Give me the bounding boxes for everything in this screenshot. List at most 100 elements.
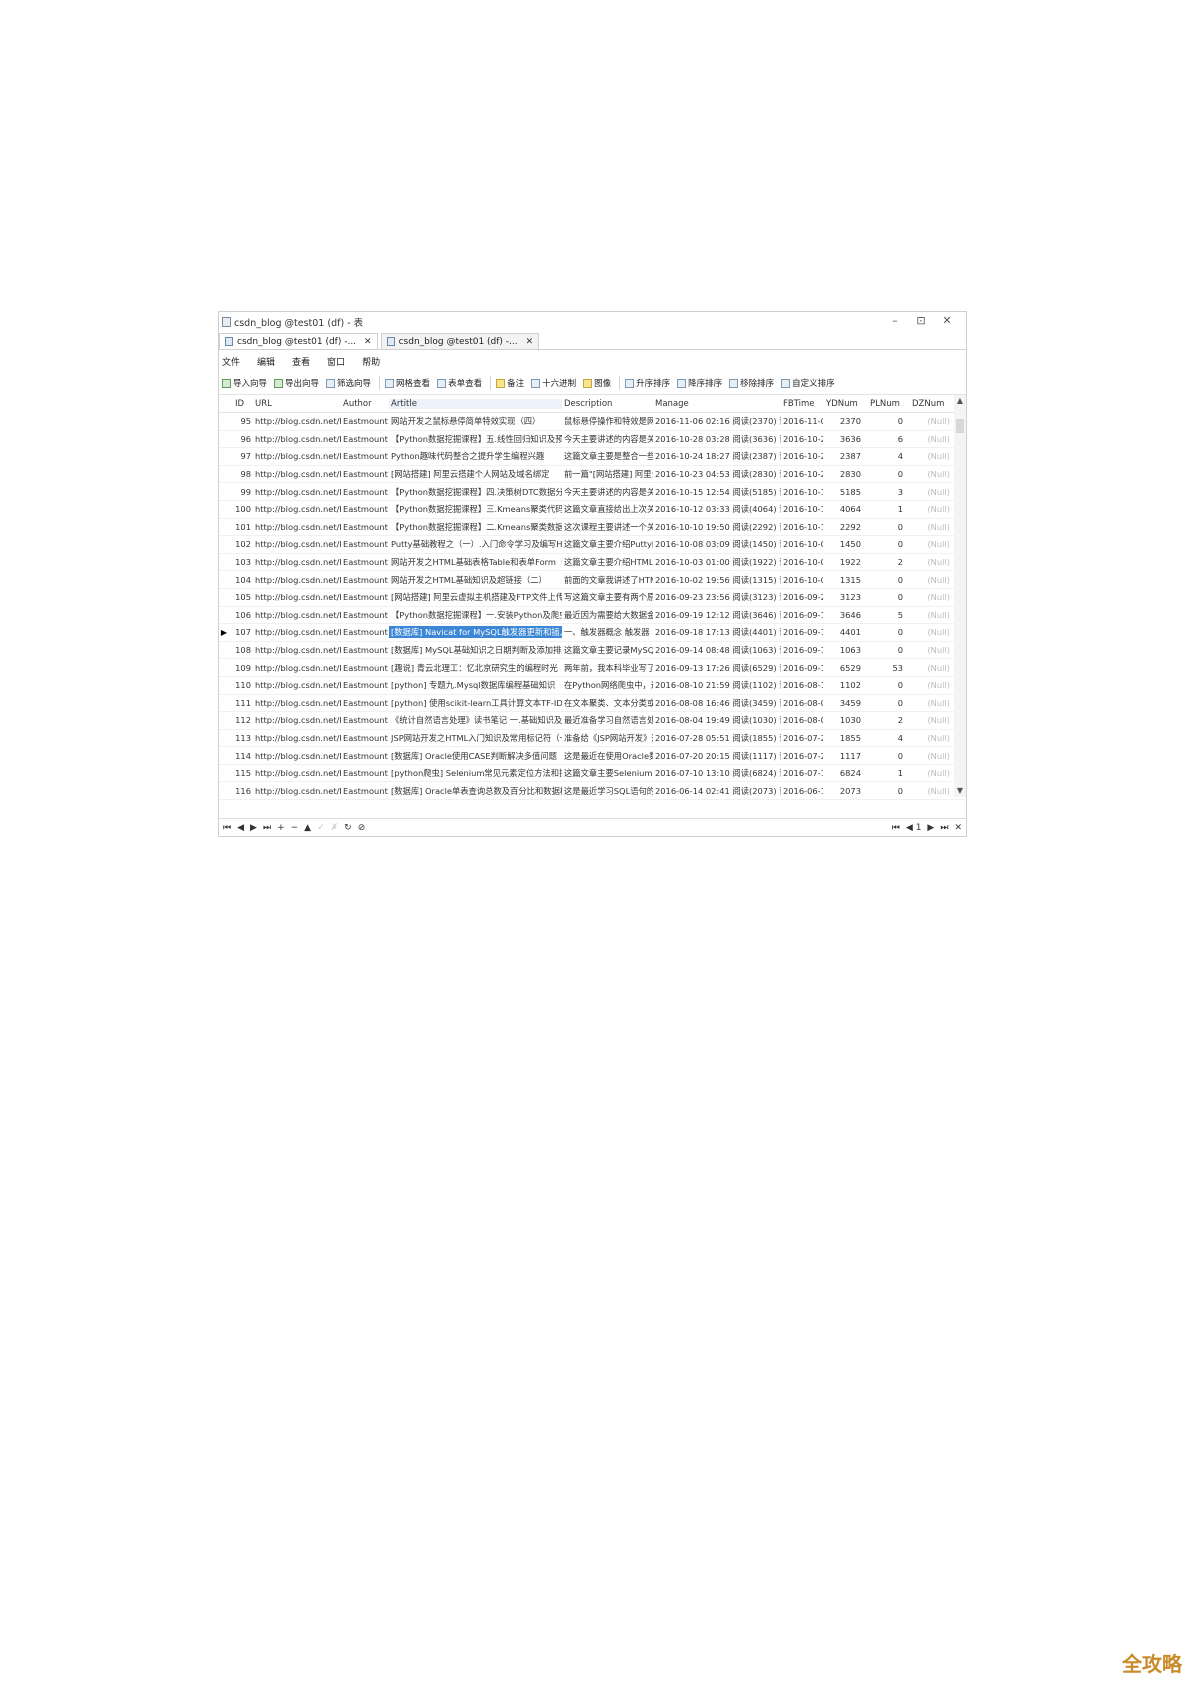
first-page-icon[interactable]: ⏮: [892, 823, 900, 833]
column-header-dznum[interactable]: DZNum: [909, 399, 954, 409]
cell-manage[interactable]: 2016-11-06 02:16 阅读(2370) 评论(0): [653, 415, 781, 427]
column-header-description[interactable]: Description: [562, 399, 653, 409]
tab-table-1[interactable]: csdn_blog @test01 (df) -... ✕: [219, 333, 378, 349]
column-header-artitle[interactable]: Artitle: [389, 398, 562, 409]
cell-id[interactable]: 109: [229, 663, 253, 673]
cell-manage[interactable]: 2016-09-19 12:12 阅读(3646) 评论(5): [653, 609, 781, 621]
cell-url[interactable]: http://blog.csdn.net/Eastr: [253, 768, 341, 778]
cell-dznum[interactable]: (Null): [909, 698, 954, 708]
cell-dznum[interactable]: (Null): [909, 575, 954, 585]
cell-artitle[interactable]: [python] 使用scikit-learn工具计算文本TF-IDF值: [389, 697, 562, 709]
memo-button[interactable]: 备注: [496, 377, 524, 389]
column-header-fbtime[interactable]: FBTime: [781, 399, 823, 409]
cell-manage[interactable]: 2016-08-10 21:59 阅读(1102) 评论(0): [653, 679, 781, 691]
cell-dznum[interactable]: (Null): [909, 610, 954, 620]
cell-fbtime[interactable]: 2016-10-08: [781, 539, 823, 549]
cell-dznum[interactable]: (Null): [909, 786, 954, 796]
close-grid-icon[interactable]: ✕: [954, 823, 962, 833]
next-page-icon[interactable]: ▶: [927, 823, 934, 833]
cell-description[interactable]: 前面的文章我讲述了HTML超: [562, 574, 653, 586]
cell-description[interactable]: 一、触发器概念 触发器: [562, 626, 653, 638]
cell-author[interactable]: Eastmount: [341, 469, 389, 479]
cell-id[interactable]: 116: [229, 786, 253, 796]
cell-artitle[interactable]: [数据库] Oracle使用CASE判断解决多值问题: [389, 750, 562, 762]
cell-fbtime[interactable]: 2016-10-03: [781, 557, 823, 567]
cell-author[interactable]: Eastmount: [341, 733, 389, 743]
cell-author[interactable]: Eastmount: [341, 698, 389, 708]
cell-author[interactable]: Eastmount: [341, 768, 389, 778]
cell-description[interactable]: 最近因为需要给大数据金融专: [562, 609, 653, 621]
cell-author[interactable]: Eastmount: [341, 416, 389, 426]
cell-ydnum[interactable]: 2370: [823, 416, 867, 426]
cell-artitle[interactable]: 【Python数据挖掘课程】四.决策树DTC数据分析及鸢: [389, 486, 562, 498]
cell-url[interactable]: http://blog.csdn.net/Eastr: [253, 715, 341, 725]
cell-id[interactable]: 106: [229, 610, 253, 620]
sort-asc-button[interactable]: 升序排序: [625, 377, 670, 389]
cell-plnum[interactable]: 1: [867, 504, 909, 514]
cell-artitle[interactable]: 【Python数据挖掘课程】二.Kmeans聚类数据分析及A: [389, 521, 562, 533]
table-row[interactable]: 112http://blog.csdn.net/EastrEastmount《统…: [219, 712, 966, 730]
export-wizard-button[interactable]: 导出向导: [274, 377, 319, 389]
cell-description[interactable]: 这是最近在使用Oracle数据库: [562, 750, 653, 762]
cell-ydnum[interactable]: 1030: [823, 715, 867, 725]
cell-fbtime[interactable]: 2016-10-12: [781, 504, 823, 514]
cell-manage[interactable]: 2016-07-10 13:10 阅读(6824) 评论(1): [653, 767, 781, 779]
cell-plnum[interactable]: 0: [867, 786, 909, 796]
cell-dznum[interactable]: (Null): [909, 434, 954, 444]
cell-author[interactable]: Eastmount: [341, 504, 389, 514]
cell-ydnum[interactable]: 4401: [823, 627, 867, 637]
table-row[interactable]: 114http://blog.csdn.net/EastrEastmount[数…: [219, 747, 966, 765]
minimize-button[interactable]: –: [882, 314, 908, 327]
cell-ydnum[interactable]: 1117: [823, 751, 867, 761]
cell-fbtime[interactable]: 2016-10-15: [781, 487, 823, 497]
prev-page-icon[interactable]: ◀ 1: [906, 823, 922, 833]
cell-artitle[interactable]: Python趣味代码整合之提升学生编程兴趣: [389, 450, 562, 462]
cell-plnum[interactable]: 0: [867, 680, 909, 690]
cell-fbtime[interactable]: 2016-09-13: [781, 663, 823, 673]
cell-fbtime[interactable]: 2016-06-14: [781, 786, 823, 796]
cell-artitle[interactable]: 网站开发之HTML基础知识及超链接（二）: [389, 574, 562, 586]
cell-author[interactable]: Eastmount: [341, 680, 389, 690]
cell-dznum[interactable]: (Null): [909, 487, 954, 497]
cell-artitle[interactable]: 【Python数据挖掘课程】三.Kmeans聚类代码实现、作: [389, 503, 562, 515]
cell-manage[interactable]: 2016-07-20 20:15 阅读(1117) 评论(0): [653, 750, 781, 762]
cell-dznum[interactable]: (Null): [909, 645, 954, 655]
cell-plnum[interactable]: 0: [867, 627, 909, 637]
table-row[interactable]: 108http://blog.csdn.net/EastrEastmount[数…: [219, 642, 966, 660]
cell-ydnum[interactable]: 5185: [823, 487, 867, 497]
cell-description[interactable]: 这次课程主要讲述一个关于K: [562, 521, 653, 533]
cell-dznum[interactable]: (Null): [909, 557, 954, 567]
grid-view-button[interactable]: 网格查看: [385, 377, 430, 389]
cell-ydnum[interactable]: 3636: [823, 434, 867, 444]
tab-close-icon[interactable]: ✕: [526, 337, 534, 347]
cell-author[interactable]: Eastmount: [341, 715, 389, 725]
hex-button[interactable]: 十六进制: [531, 377, 576, 389]
image-button[interactable]: 图像: [583, 377, 611, 389]
cell-fbtime[interactable]: 2016-07-28: [781, 733, 823, 743]
cell-ydnum[interactable]: 3123: [823, 592, 867, 602]
column-header-ydnum[interactable]: YDNum: [823, 399, 867, 409]
cell-manage[interactable]: 2016-10-03 01:00 阅读(1922) 评论(2): [653, 556, 781, 568]
cell-ydnum[interactable]: 3646: [823, 610, 867, 620]
cell-plnum[interactable]: 5: [867, 610, 909, 620]
cell-artitle[interactable]: [python] 专题九.Mysql数据库编程基础知识: [389, 679, 562, 691]
cell-dznum[interactable]: (Null): [909, 751, 954, 761]
cell-description[interactable]: 写这篇文章主要有两个原因：: [562, 591, 653, 603]
cell-url[interactable]: http://blog.csdn.net/Eastr: [253, 469, 341, 479]
cell-url[interactable]: http://blog.csdn.net/Eastr: [253, 416, 341, 426]
cell-plnum[interactable]: 2: [867, 715, 909, 725]
table-row[interactable]: 102http://blog.csdn.net/EastrEastmountPu…: [219, 536, 966, 554]
scroll-thumb[interactable]: [956, 419, 964, 433]
cell-url[interactable]: http://blog.csdn.net/Eastr: [253, 575, 341, 585]
cell-url[interactable]: http://blog.csdn.net/Eastr: [253, 434, 341, 444]
cell-url[interactable]: http://blog.csdn.net/Eastr: [253, 557, 341, 567]
cell-description[interactable]: 这篇文章主要介绍HTML两个: [562, 556, 653, 568]
cell-author[interactable]: Eastmount: [341, 663, 389, 673]
cell-id[interactable]: 103: [229, 557, 253, 567]
cell-ydnum[interactable]: 2292: [823, 522, 867, 532]
close-button[interactable]: ✕: [934, 314, 960, 327]
menu-edit[interactable]: 编辑: [257, 355, 275, 368]
column-header-manage[interactable]: Manage: [653, 399, 781, 409]
table-row[interactable]: 106http://blog.csdn.net/EastrEastmount【P…: [219, 607, 966, 625]
cell-author[interactable]: Eastmount: [341, 786, 389, 796]
